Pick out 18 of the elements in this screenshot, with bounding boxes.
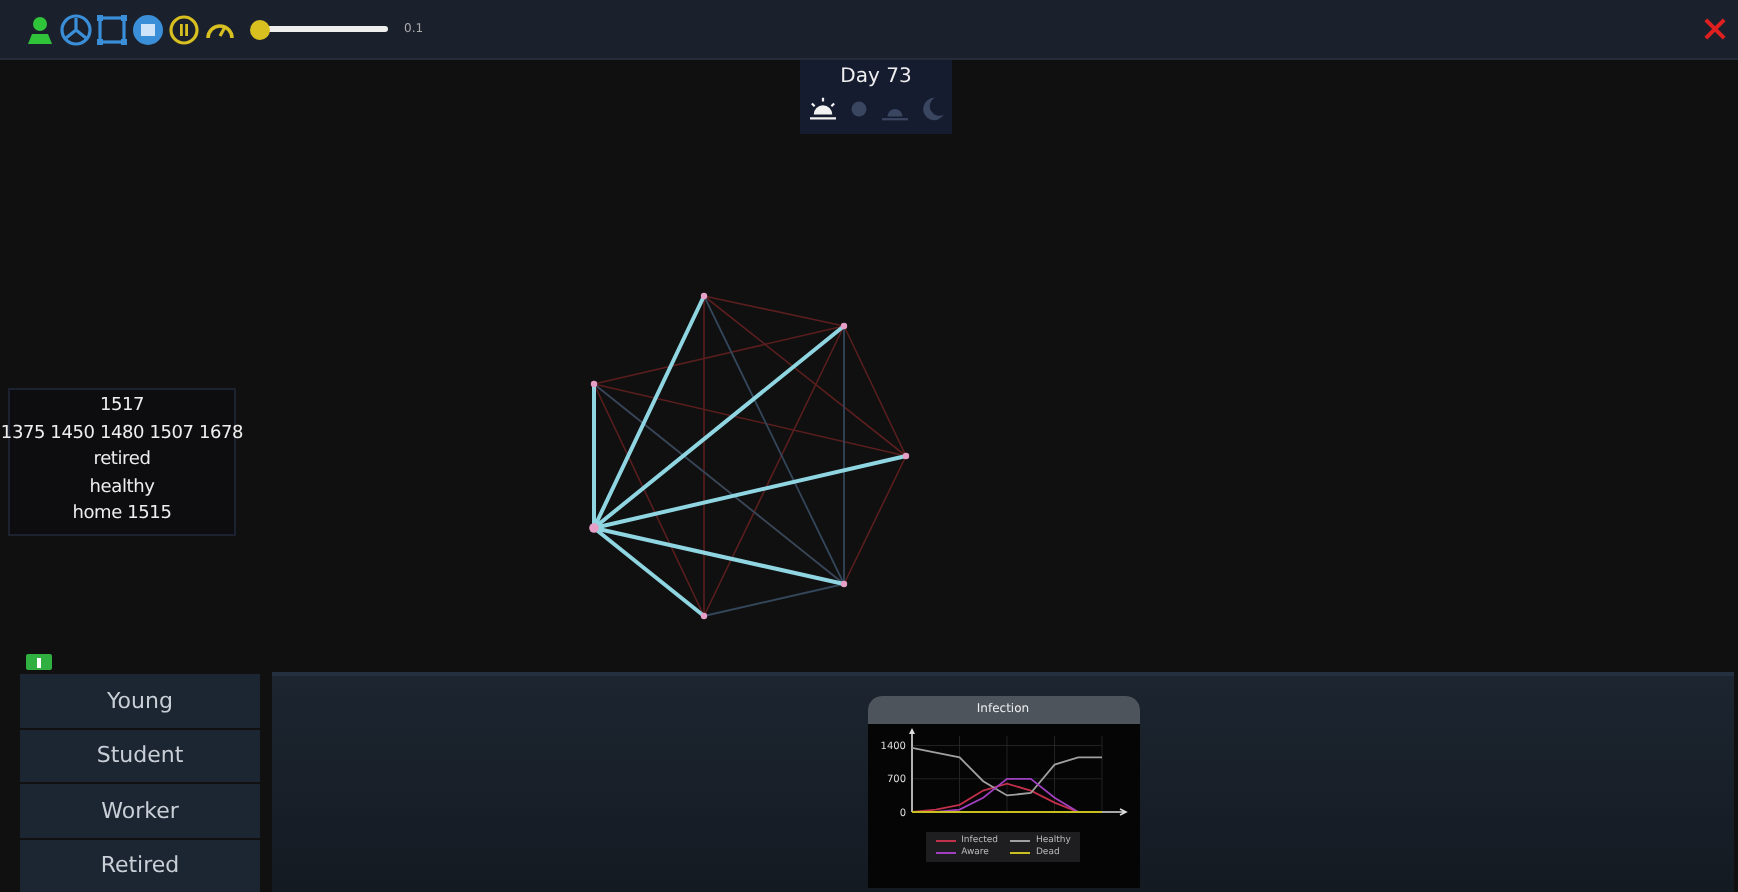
pause-icon[interactable]	[168, 13, 200, 45]
speed-slider[interactable]	[248, 19, 388, 39]
propeller-icon[interactable]	[60, 13, 92, 45]
day-label: Day 73	[840, 66, 912, 88]
y-axis	[908, 728, 914, 813]
info-line: 1375 1450 1480 1507 1678	[0, 421, 244, 447]
frame-icon[interactable]	[96, 13, 128, 45]
info-line: retired	[93, 448, 151, 474]
close-icon[interactable]	[1704, 18, 1726, 40]
group-button[interactable]: Worker	[20, 784, 260, 837]
info-line: 1517	[99, 394, 145, 420]
group-button[interactable]: Student	[20, 729, 260, 782]
info-line: healthy	[89, 475, 155, 501]
flag-icon[interactable]	[26, 654, 52, 670]
group-button[interactable]: Young	[20, 674, 260, 727]
info-line: home 1515	[72, 502, 172, 528]
sunrise-icon[interactable]	[807, 96, 837, 122]
group-button[interactable]: Retired	[20, 839, 260, 892]
